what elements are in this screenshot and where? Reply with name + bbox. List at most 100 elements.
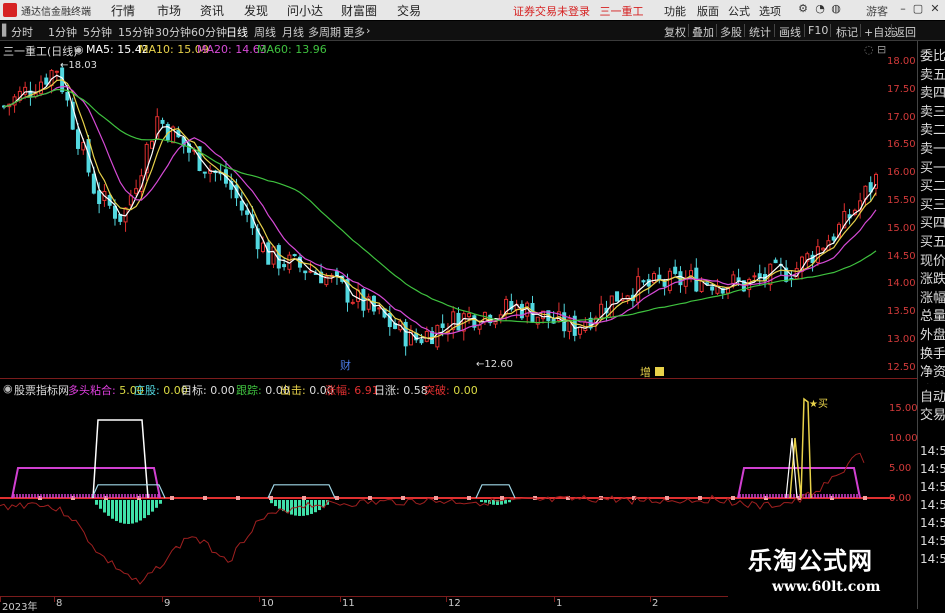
indicator-tick-label: 15.00	[889, 403, 918, 414]
tab-daily[interactable]: 日线	[226, 24, 248, 40]
guest-user[interactable]: 游客	[866, 3, 888, 19]
side-panel-item[interactable]: 现价	[920, 250, 945, 269]
side-panel-item[interactable]: 涨幅	[920, 287, 945, 306]
zhuang-trapezoid	[267, 484, 336, 499]
candle	[271, 246, 276, 269]
layout-menu[interactable]: 版面	[697, 3, 719, 19]
side-panel-item[interactable]: 总量	[920, 305, 945, 324]
date-tick-label: 2023年	[2, 602, 38, 613]
menu-item-wenxiaoda[interactable]: 问小达	[287, 2, 323, 19]
side-time-label: 14:50	[920, 444, 945, 458]
candle	[588, 312, 593, 331]
tab-more[interactable]: 更多	[343, 24, 365, 40]
side-panel-item[interactable]: 买三	[920, 194, 945, 213]
marker-square-icon	[655, 367, 664, 376]
candle	[694, 258, 699, 293]
menu-item-jiaoyi[interactable]: 交易	[397, 2, 421, 19]
maximize-icon[interactable]: ▢	[911, 2, 925, 16]
candle	[303, 270, 308, 281]
tab-monthly[interactable]: 月线	[282, 24, 304, 40]
minimize-icon[interactable]: –	[896, 2, 910, 16]
menu-item-shichang[interactable]: 市场	[157, 2, 181, 19]
quote-side-panel: 委比卖五卖四卖三卖二卖一买一买二买三买四买五现价涨跌涨幅总量外盘换手净资收益	[917, 41, 945, 419]
price-tick-label: 16.00	[887, 167, 916, 179]
formula-menu[interactable]: 公式	[728, 3, 750, 19]
side-panel-item[interactable]: 换手	[920, 343, 945, 362]
tab-fenshi[interactable]: 分时	[11, 24, 33, 40]
settings-icon[interactable]: ⚙	[796, 2, 810, 16]
options-menu[interactable]: 选项	[759, 3, 781, 19]
more-chevron-icon[interactable]: ›	[366, 24, 370, 37]
tab-weekly[interactable]: 周线	[254, 24, 276, 40]
date-tick	[0, 596, 1, 602]
indicator-settings-icon[interactable]: ◉	[3, 382, 13, 395]
candle	[646, 273, 651, 294]
divider	[891, 24, 892, 37]
watermark-text: 乐淘公式网	[748, 547, 873, 575]
candle	[667, 268, 672, 294]
tab-15min[interactable]: 15分钟	[118, 24, 154, 40]
btn-mark[interactable]: 标记	[836, 24, 858, 40]
zero-dot	[401, 496, 405, 500]
tab-5min[interactable]: 5分钟	[83, 24, 112, 40]
tab-30min[interactable]: 30分钟	[155, 24, 191, 40]
menu-item-hangqing[interactable]: 行情	[111, 2, 135, 19]
btn-f10[interactable]: F10	[808, 24, 828, 37]
tab-multi-period[interactable]: 多周期	[308, 24, 341, 40]
side-panel-item[interactable]: 涨跌	[920, 268, 945, 287]
side-panel-item[interactable]: 卖一	[920, 138, 945, 157]
side-panel-item[interactable]: 卖四	[920, 82, 945, 101]
indicator-tick-label: 0.00	[889, 493, 912, 504]
date-tick-label: 1	[556, 598, 563, 609]
side-time-label: 14:50	[920, 498, 945, 512]
chart-close-icon[interactable]: ◌	[864, 43, 874, 56]
menu-item-caifuquan[interactable]: 财富圈	[341, 2, 377, 19]
trade-login-warning[interactable]: 证券交易未登录 三一重工	[513, 3, 644, 19]
side-panel-item[interactable]: 卖五	[920, 64, 945, 83]
candle	[123, 207, 128, 232]
user-icon[interactable]: ◔	[813, 2, 827, 16]
side-panel-lower-item[interactable]: 交易	[920, 404, 945, 423]
candle	[789, 270, 794, 288]
date-tick-label: 9	[164, 598, 171, 609]
price-tick-label: 14.00	[887, 278, 916, 290]
btn-stats[interactable]: 统计	[749, 24, 771, 40]
btn-multi-stock[interactable]: 多股	[720, 24, 742, 40]
toolbar-handle-icon[interactable]: ▌	[2, 24, 10, 37]
side-panel-item[interactable]: 外盘	[920, 324, 945, 343]
btn-fuquan[interactable]: 复权	[664, 24, 686, 40]
zero-dot	[698, 496, 702, 500]
candle	[826, 234, 831, 251]
chart-settings-icon[interactable]: ◉	[74, 43, 84, 56]
help-icon[interactable]: ◍	[829, 2, 843, 16]
tab-60min[interactable]: 60分钟	[191, 24, 227, 40]
side-panel-item[interactable]: 买二	[920, 175, 945, 194]
close-icon[interactable]: ✕	[928, 2, 942, 16]
chart-expand-icon[interactable]: ⊟	[877, 43, 886, 56]
side-panel-lower-item[interactable]: 自动	[920, 386, 945, 405]
marker-cai: 财	[340, 358, 351, 372]
menu-item-faxian[interactable]: 发现	[244, 2, 268, 19]
green-bars-2	[270, 500, 329, 516]
btn-back[interactable]: 返回	[894, 24, 916, 40]
btn-draw[interactable]: 画线	[779, 24, 801, 40]
side-panel-item[interactable]: 买一	[920, 157, 945, 176]
zhuang-trapezoid	[475, 484, 516, 499]
panel-divider	[0, 378, 917, 379]
side-panel-item[interactable]: 卖三	[920, 101, 945, 120]
func-menu[interactable]: 功能	[664, 3, 686, 19]
date-tick	[259, 596, 260, 602]
candle	[498, 310, 503, 324]
app-logo-icon	[3, 3, 17, 17]
side-panel-item[interactable]: 委比	[920, 45, 945, 64]
tab-1min[interactable]: 1分钟	[48, 24, 77, 40]
side-panel-item[interactable]: 净资	[920, 361, 945, 380]
side-panel-item[interactable]: 买四	[920, 212, 945, 231]
zero-dot	[236, 496, 240, 500]
kline-chart[interactable]: ←18.03 ←12.60 财增	[0, 56, 917, 378]
side-panel-item[interactable]: 卖二	[920, 119, 945, 138]
btn-overlay[interactable]: 叠加	[692, 24, 714, 40]
menu-item-zixun[interactable]: 资讯	[200, 2, 224, 19]
side-panel-item[interactable]: 买五	[920, 231, 945, 250]
candle	[815, 239, 820, 266]
